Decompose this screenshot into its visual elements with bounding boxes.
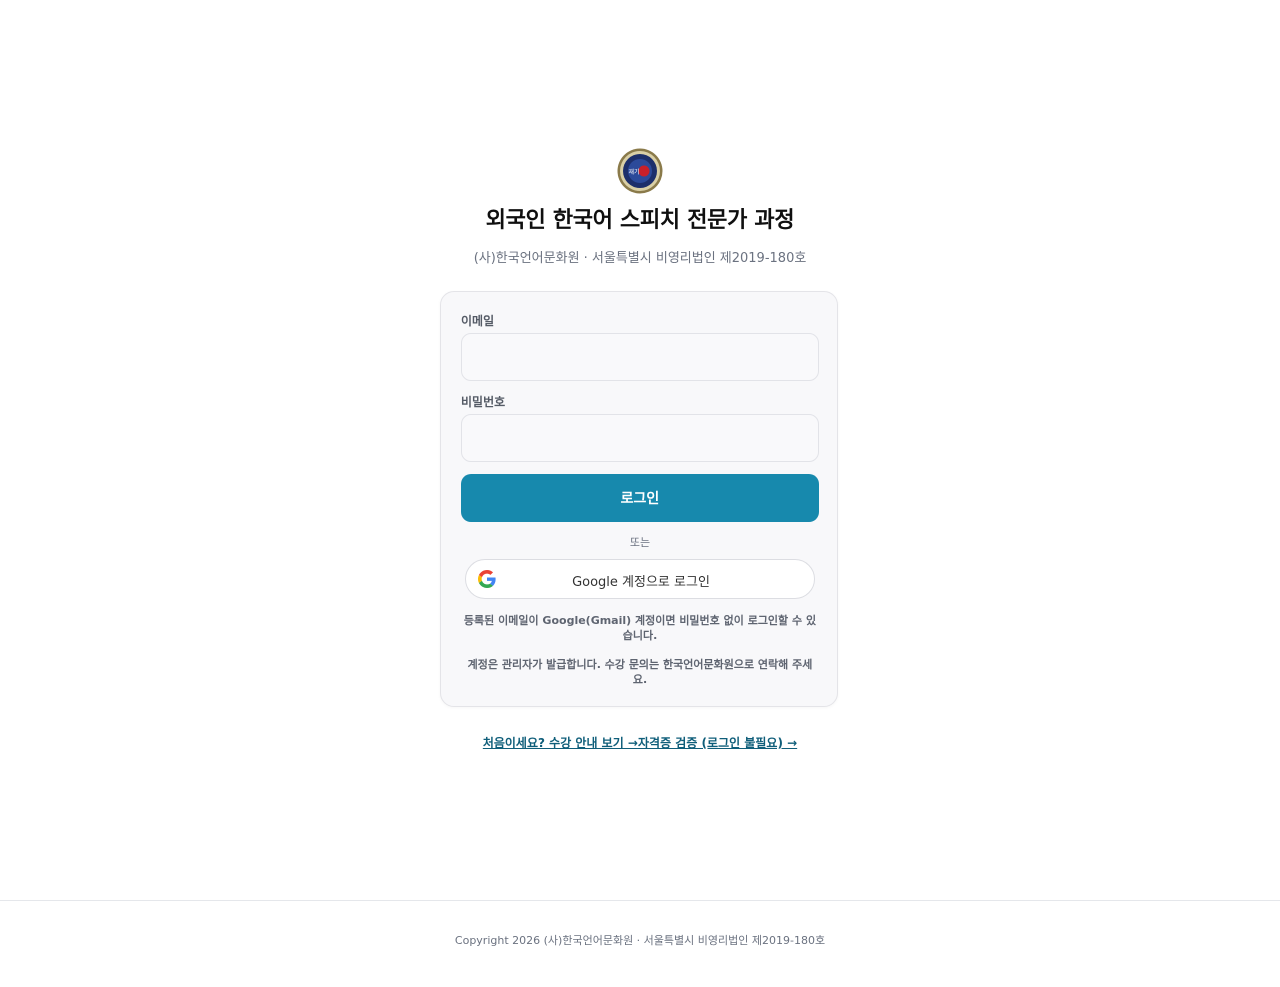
seal-logo-icon: 재기 — [617, 148, 663, 194]
footer-copyright: Copyright 2026 (사)한국언어문화원 · 서울특별시 비영리법인 … — [454, 934, 826, 947]
email-label: 이메일 — [461, 314, 495, 328]
bottom-links: 처음이세요? 수강 안내 보기 →자격증 검증 (로그인 불필요) → — [0, 734, 1280, 751]
page-title: 외국인 한국어 스피치 전문가 과정 — [485, 208, 795, 233]
course-guide-link[interactable]: 처음이세요? 수강 안내 보기 → — [483, 736, 638, 750]
login-card: 이메일 비밀번호 로그인 또는 Google 계정으로 로그인 등록된 이메일이… — [440, 291, 838, 707]
google-login-note: 등록된 이메일이 Google(Gmail) 계정이면 비밀번호 없이 로그인할… — [463, 614, 817, 642]
google-login-button[interactable]: Google 계정으로 로그인 — [465, 559, 815, 599]
google-login-label: Google 계정으로 로그인 — [572, 575, 710, 590]
page-subtitle: (사)한국언어문화원 · 서울특별시 비영리법인 제2019-180호 — [473, 251, 807, 266]
certificate-verify-link[interactable]: 자격증 검증 (로그인 불필요) → — [638, 736, 797, 750]
password-label: 비밀번호 — [461, 395, 506, 409]
email-field[interactable] — [461, 333, 819, 381]
or-divider: 또는 — [629, 536, 651, 549]
login-page: 재기 외국인 한국어 스피치 전문가 과정 (사)한국언어문화원 · 서울특별시… — [0, 0, 1280, 987]
password-field[interactable] — [461, 414, 819, 462]
login-button[interactable]: 로그인 — [461, 474, 819, 522]
account-issue-note: 계정은 관리자가 발급합니다. 수강 문의는 한국언어문화원으로 연락해 주세요… — [467, 658, 813, 686]
logo-text: 재기 — [628, 168, 639, 176]
footer-divider — [0, 900, 1280, 901]
